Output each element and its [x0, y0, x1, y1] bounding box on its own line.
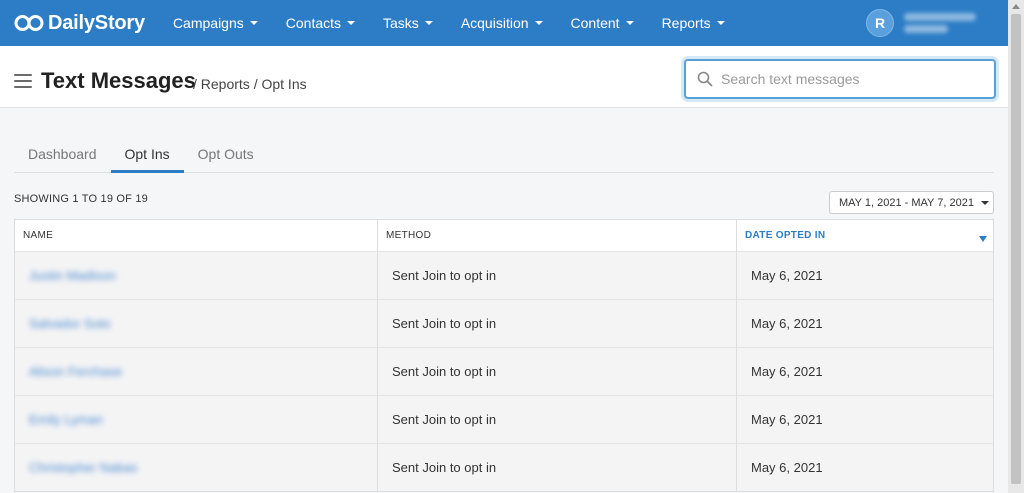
chevron-down-icon [424, 21, 433, 25]
brand-name: DailyStory [48, 11, 145, 34]
search-box [684, 59, 996, 99]
main-nav: Campaigns Contacts Tasks Acquisition Con… [173, 15, 753, 31]
nav-acquisition[interactable]: Acquisition [461, 15, 543, 31]
date-range-label: MAY 1, 2021 - MAY 7, 2021 [839, 196, 974, 209]
nav-content[interactable]: Content [571, 15, 634, 31]
method-cell: Sent Join to opt in [378, 396, 737, 443]
table-row: Alison Ferchase Sent Join to opt in May … [15, 347, 993, 395]
chevron-down-icon [980, 200, 989, 205]
user-menu[interactable]: R [866, 9, 976, 37]
date-cell: May 6, 2021 [751, 412, 823, 427]
chevron-down-icon [716, 21, 725, 25]
table-row: Christopher Nabas Sent Join to opt in Ma… [15, 443, 993, 491]
method-cell: Sent Join to opt in [378, 252, 737, 299]
contact-name-link[interactable]: Justin Madison [29, 268, 116, 283]
top-navbar: DailyStory Campaigns Contacts Tasks Acqu… [0, 0, 1008, 46]
scroll-up-icon[interactable] [1012, 4, 1020, 9]
chevron-down-icon [534, 21, 543, 25]
contact-name-link[interactable]: Christopher Nabas [29, 460, 137, 475]
tab-dashboard[interactable]: Dashboard [14, 144, 111, 173]
opt-ins-table: NAME METHOD DATE OPTED IN Justin Madison… [14, 219, 994, 492]
contact-name-link[interactable]: Salvador Soto [29, 316, 111, 331]
column-header-name[interactable]: NAME [15, 220, 378, 251]
page-header: Text Messages / Reports / Opt Ins [0, 46, 1008, 108]
search-input[interactable] [721, 71, 981, 87]
date-cell: May 6, 2021 [751, 316, 823, 331]
method-cell: Sent Join to opt in [378, 444, 737, 491]
date-cell: May 6, 2021 [751, 460, 823, 475]
nav-tasks[interactable]: Tasks [383, 15, 433, 31]
contact-name-link[interactable]: Alison Ferchase [29, 364, 122, 379]
nav-reports[interactable]: Reports [662, 15, 725, 31]
table-row: Justin Madison Sent Join to opt in May 6… [15, 251, 993, 299]
tab-opt-outs[interactable]: Opt Outs [184, 144, 268, 173]
date-cell: May 6, 2021 [751, 364, 823, 379]
chevron-down-icon [347, 21, 356, 25]
method-cell: Sent Join to opt in [378, 300, 737, 347]
column-header-method[interactable]: METHOD [378, 220, 737, 251]
report-tabs: Dashboard Opt Ins Opt Outs [14, 144, 994, 173]
tab-opt-ins[interactable]: Opt Ins [110, 144, 184, 173]
sort-descending-icon[interactable] [979, 236, 987, 242]
nav-campaigns[interactable]: Campaigns [173, 15, 258, 31]
hamburger-menu-icon[interactable] [14, 74, 32, 88]
column-header-date[interactable]: DATE OPTED IN [737, 220, 993, 251]
table-header: NAME METHOD DATE OPTED IN [15, 220, 993, 251]
user-info-redacted [904, 11, 976, 35]
contact-name-link[interactable]: Emily Lyman [29, 412, 103, 427]
page-title: Text Messages [41, 68, 196, 93]
chevron-down-icon [625, 21, 634, 25]
date-cell: May 6, 2021 [751, 268, 823, 283]
method-cell: Sent Join to opt in [378, 348, 737, 395]
table-row: Salvador Soto Sent Join to opt in May 6,… [15, 299, 993, 347]
infinity-logo-icon [14, 15, 44, 31]
breadcrumb: / Reports / Opt Ins [193, 76, 307, 92]
nav-contacts[interactable]: Contacts [286, 15, 356, 31]
chevron-down-icon [249, 21, 258, 25]
vertical-scrollbar[interactable] [1008, 0, 1024, 493]
search-icon [697, 71, 713, 87]
avatar[interactable]: R [866, 9, 894, 37]
brand-logo[interactable]: DailyStory [14, 12, 145, 35]
table-row: Emily Lyman Sent Join to opt in May 6, 2… [15, 395, 993, 443]
scroll-thumb[interactable] [1011, 14, 1021, 484]
results-count: SHOWING 1 TO 19 OF 19 [14, 193, 148, 205]
date-range-dropdown[interactable]: MAY 1, 2021 - MAY 7, 2021 [829, 191, 994, 214]
